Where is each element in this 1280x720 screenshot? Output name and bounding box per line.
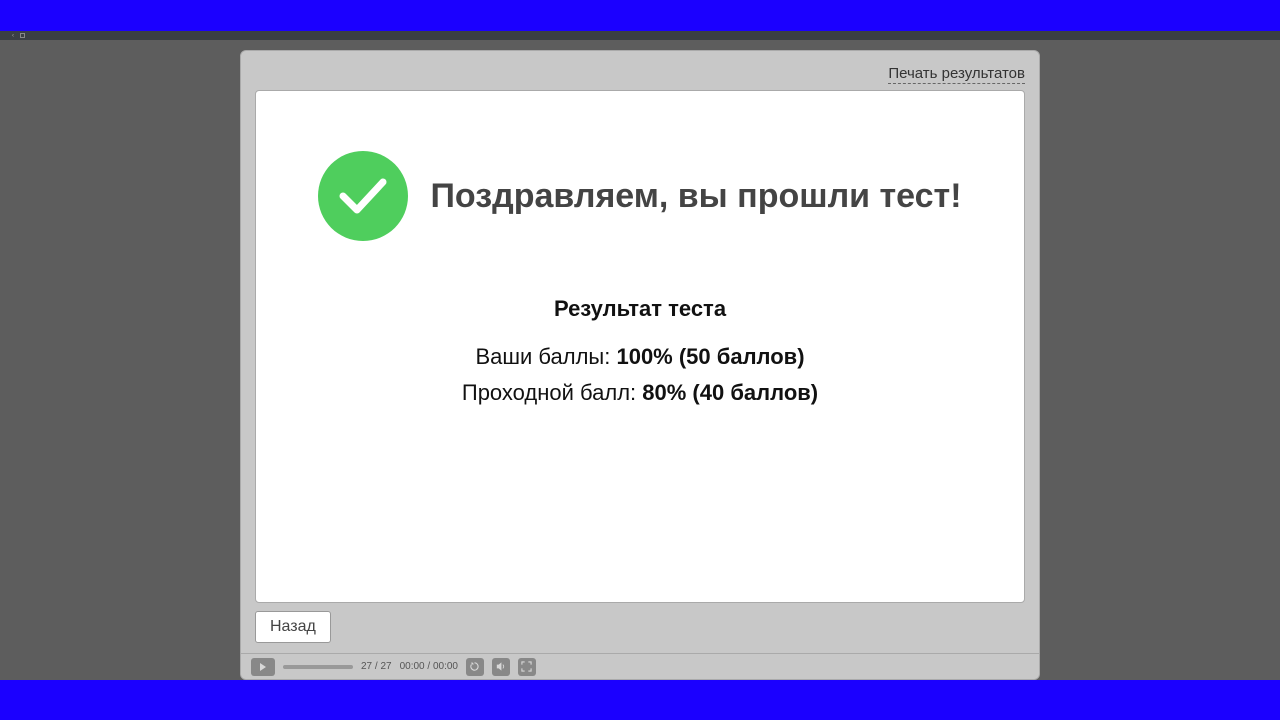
congrats-message: Поздравляем, вы прошли тест! <box>430 175 961 218</box>
play-icon <box>260 663 266 671</box>
success-checkmark-icon <box>318 151 408 241</box>
main-background: Печать результатов Поздравляем, вы прошл… <box>0 40 1280 680</box>
back-button-row: Назад <box>255 611 1025 643</box>
volume-button[interactable] <box>492 658 510 676</box>
your-score-label: Ваши баллы: <box>475 344 616 369</box>
test-panel: Печать результатов Поздравляем, вы прошл… <box>240 50 1040 680</box>
your-score-line: Ваши баллы: 100% (50 баллов) <box>475 344 804 370</box>
slide-counter: 27 / 27 <box>361 661 392 672</box>
passing-score-value: 80% (40 баллов) <box>642 380 818 405</box>
print-results-link[interactable]: Печать результатов <box>888 65 1025 84</box>
replay-button[interactable] <box>466 658 484 676</box>
passing-score-label: Проходной балл: <box>462 380 642 405</box>
player-controls-bar: 27 / 27 00:00 / 00:00 <box>241 653 1039 679</box>
result-card: Поздравляем, вы прошли тест! Результат т… <box>255 90 1025 603</box>
bottom-blue-bar <box>0 680 1280 720</box>
your-score-value: 100% (50 баллов) <box>616 344 804 369</box>
browser-nav-icon: ‹ <box>12 33 14 39</box>
print-link-row: Печать результатов <box>255 65 1025 84</box>
time-display: 00:00 / 00:00 <box>400 661 458 672</box>
top-blue-bar <box>0 0 1280 31</box>
fullscreen-button[interactable] <box>518 658 536 676</box>
progress-bar[interactable] <box>283 665 353 669</box>
play-button[interactable] <box>251 658 275 676</box>
browser-tab-bar: ‹ <box>0 31 1280 40</box>
browser-page-icon <box>20 33 25 38</box>
passing-score-line: Проходной балл: 80% (40 баллов) <box>462 380 818 406</box>
congrats-header: Поздравляем, вы прошли тест! <box>318 151 961 241</box>
result-title: Результат теста <box>554 296 726 322</box>
back-button[interactable]: Назад <box>255 611 331 643</box>
